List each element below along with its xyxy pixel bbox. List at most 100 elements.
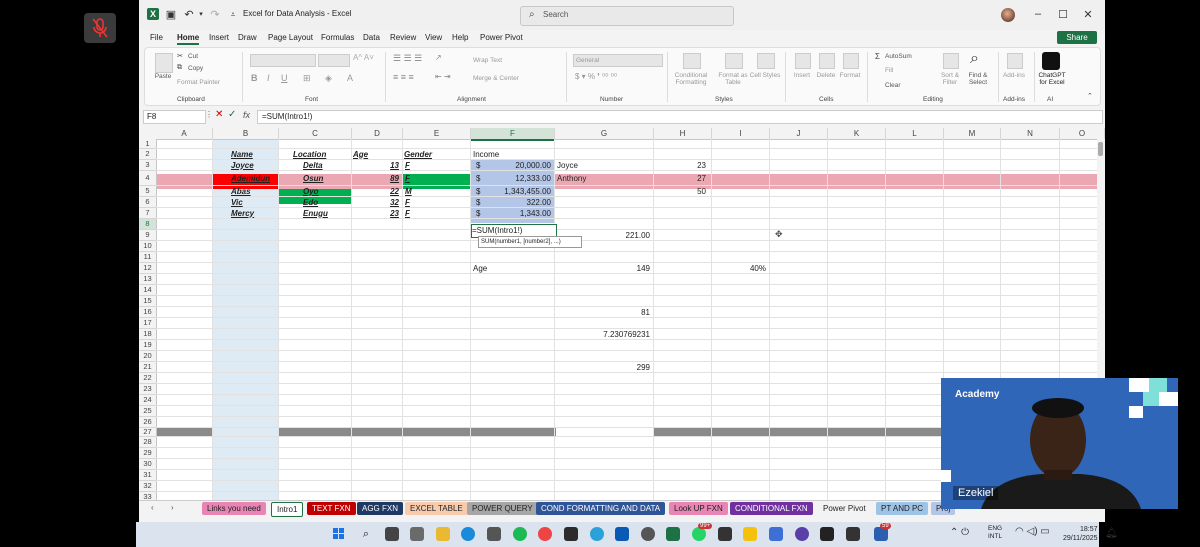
row-header-3[interactable]: 3 <box>139 160 157 171</box>
widgets-icon[interactable] <box>410 527 424 541</box>
excel-taskbar-icon[interactable] <box>666 527 680 541</box>
cell-location[interactable]: Delta <box>303 161 323 171</box>
cut-icon[interactable]: ✂ <box>177 52 183 60</box>
cell-g12[interactable]: 149 <box>555 264 650 274</box>
row-header-20[interactable]: 20 <box>139 351 157 362</box>
menu-view[interactable]: View <box>425 33 442 42</box>
sheet-tab-conditional-fxn[interactable]: CONDITIONAL FXN <box>730 502 813 515</box>
row-header-28[interactable]: 28 <box>139 437 157 448</box>
cell-g16[interactable]: 81 <box>555 308 650 318</box>
save-icon[interactable]: ▣ <box>165 9 177 21</box>
column-header-i[interactable]: I <box>712 128 770 140</box>
fill-color-icon[interactable]: ◈ <box>325 73 332 84</box>
number-format-icons[interactable]: $ ▾ % ❜ ⁰⁰ ⁰⁰ <box>575 72 617 81</box>
row-header-22[interactable]: 22 <box>139 373 157 384</box>
row-header-17[interactable]: 17 <box>139 318 157 329</box>
conditional-formatting-icon[interactable] <box>683 53 701 69</box>
outlook-icon[interactable] <box>615 527 629 541</box>
wifi-volume-battery-icons[interactable]: ◠ ◁) ▭ <box>1015 526 1050 537</box>
row-header-12[interactable]: 12 <box>139 263 157 274</box>
font-grow-icon[interactable]: A^ A˅ <box>353 53 374 62</box>
cell-age[interactable]: 89 <box>352 174 399 184</box>
cell-g[interactable]: Anthony <box>557 174 586 184</box>
sheet-tab-pt-and-pc[interactable]: PT AND PC <box>876 502 929 515</box>
autosum-icon[interactable]: Σ <box>875 52 880 61</box>
column-header-d[interactable]: D <box>352 128 403 140</box>
spotify-icon[interactable] <box>513 527 527 541</box>
header-name[interactable]: Name <box>231 150 253 160</box>
header-income[interactable]: Income <box>473 150 499 160</box>
merge-center-button[interactable]: Merge & Center <box>473 75 519 82</box>
sticky-notes-icon[interactable] <box>743 527 757 541</box>
chatgpt-button[interactable]: ChatGPT for Excel <box>1035 72 1069 86</box>
column-header-a[interactable]: A <box>156 128 213 140</box>
cell-gender[interactable]: F <box>405 198 410 208</box>
windows-start-icon[interactable] <box>333 528 344 539</box>
fx-icon[interactable]: fx <box>243 110 250 120</box>
sheet-tab-links-you-need[interactable]: Links you need <box>202 502 266 515</box>
insert-cells-icon[interactable] <box>795 53 811 69</box>
whatsapp-icon[interactable] <box>692 527 706 541</box>
column-header-g[interactable]: G <box>555 128 654 140</box>
column-header-c[interactable]: C <box>279 128 352 140</box>
row-header-23[interactable]: 23 <box>139 384 157 395</box>
collapse-ribbon-icon[interactable]: ⌃ <box>1087 92 1093 100</box>
row-header-4[interactable]: 4 <box>139 171 157 186</box>
cell-name[interactable]: Ademidun <box>231 174 270 184</box>
row-header-14[interactable]: 14 <box>139 285 157 296</box>
column-header-k[interactable]: K <box>828 128 886 140</box>
row-header-16[interactable]: 16 <box>139 307 157 318</box>
row-header-15[interactable]: 15 <box>139 296 157 307</box>
close-icon[interactable]: ✕ <box>1081 8 1095 21</box>
menu-power-pivot[interactable]: Power Pivot <box>480 33 523 42</box>
format-as-table-button[interactable]: Format as Table <box>713 72 753 86</box>
menu-review[interactable]: Review <box>390 33 416 42</box>
align-top-icons[interactable]: ☰ ☰ ☰ <box>393 53 422 64</box>
telegram-icon[interactable] <box>590 527 604 541</box>
align-left-icons[interactable]: ≡ ≡ ≡ <box>393 72 414 82</box>
row-header-10[interactable]: 10 <box>139 241 157 252</box>
column-header-l[interactable]: L <box>886 128 944 140</box>
indent-icons[interactable]: ⇤ ⇥ <box>435 72 451 81</box>
menu-home[interactable]: Home <box>177 33 200 45</box>
borders-icon[interactable]: ⊞ <box>303 73 311 84</box>
format-as-table-icon[interactable] <box>725 53 743 69</box>
find-select-icon[interactable]: ⌕ <box>970 50 979 68</box>
menu-insert[interactable]: Insert <box>209 33 229 42</box>
addins-button[interactable]: Add-ins <box>997 72 1031 79</box>
number-format-dropdown[interactable]: General <box>573 54 663 67</box>
row-header-13[interactable]: 13 <box>139 274 157 285</box>
formula-input[interactable]: =SUM(Intro1!) <box>257 110 1103 124</box>
cell-g18[interactable]: 7.230769231 <box>555 330 650 340</box>
name-box[interactable]: F8 <box>143 110 206 124</box>
cell-name[interactable]: Mercy <box>231 209 254 219</box>
redo-icon[interactable]: ↷ <box>209 9 221 21</box>
menu-file[interactable]: File <box>150 33 163 42</box>
underline-icon[interactable]: U <box>281 73 288 83</box>
clear-button[interactable]: Clear <box>885 82 901 89</box>
cell-age[interactable]: 32 <box>352 198 399 208</box>
find-select-button[interactable]: Find & Select <box>963 72 993 86</box>
header-gender[interactable]: Gender <box>404 150 432 160</box>
cell-income[interactable]: 1,343.00 <box>471 209 551 219</box>
row-header-2[interactable]: 2 <box>139 149 157 160</box>
paste-button[interactable]: Paste <box>149 73 177 80</box>
user-avatar[interactable] <box>1001 8 1015 22</box>
row-header-9[interactable]: 9 <box>139 230 157 241</box>
cut-button[interactable]: Cut <box>188 53 198 60</box>
edge-icon[interactable] <box>461 527 475 541</box>
row-header-29[interactable]: 29 <box>139 448 157 459</box>
cell-name[interactable]: Vic <box>231 198 243 208</box>
autosum-button[interactable]: AutoSum <box>885 53 912 60</box>
cell-location[interactable]: Osun <box>303 174 323 184</box>
zoom-icon[interactable] <box>874 527 888 541</box>
row-header-21[interactable]: 21 <box>139 362 157 373</box>
cell-age[interactable]: 13 <box>352 161 399 171</box>
font-name-dropdown[interactable] <box>250 54 316 67</box>
tray-icons[interactable]: ⌃ ⏻ <box>950 527 969 538</box>
app-icon[interactable] <box>795 527 809 541</box>
sheet-tab-look-up-fxn[interactable]: Look UP FXN <box>669 502 728 515</box>
column-header-b[interactable]: B <box>213 128 279 140</box>
font-size-dropdown[interactable] <box>318 54 350 67</box>
task-view-icon[interactable] <box>385 527 399 541</box>
